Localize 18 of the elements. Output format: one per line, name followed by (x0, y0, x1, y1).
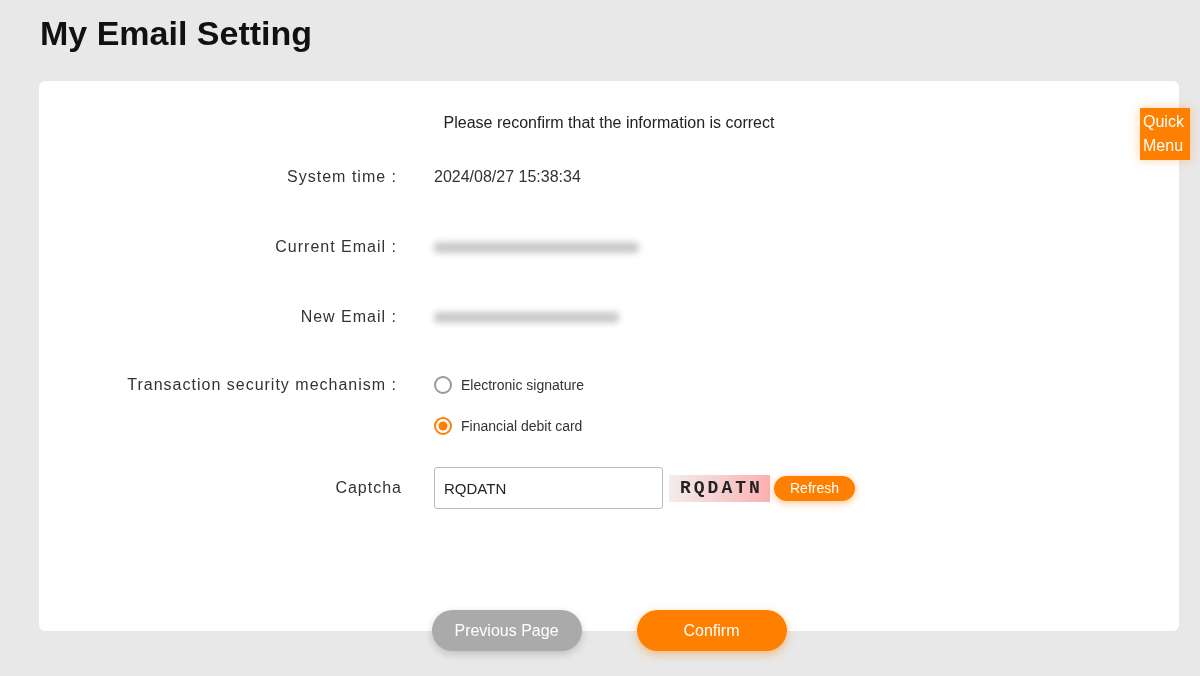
radio-icon[interactable] (434, 376, 452, 394)
captcha-input[interactable]: RQDATN (434, 467, 663, 509)
field-label: System time : (287, 168, 397, 185)
field-label: Captcha (335, 479, 402, 496)
radio-option[interactable]: Financial debit card (434, 414, 583, 438)
refresh-button[interactable]: Refresh (774, 475, 856, 501)
captcha-image: RQDATN (669, 474, 770, 502)
page-title: My Email Setting (40, 14, 313, 52)
confirm-button[interactable]: Confirm (636, 610, 787, 651)
previous-page-button[interactable]: Previous Page (431, 610, 582, 651)
radio-option[interactable]: Electronic signature (434, 373, 584, 397)
radio-checked-icon[interactable] (434, 417, 452, 435)
field-value: 2024/08/27 15:38:34 (434, 167, 581, 187)
field-label: Current Email : (275, 238, 397, 255)
confirm-message: Please reconfirm that the information is correct (443, 113, 775, 133)
quick-menu-tab[interactable]: Quick Menu (1140, 108, 1190, 160)
field-label: Transaction security mechanism : (127, 376, 397, 393)
field-label: New Email : (300, 308, 397, 325)
